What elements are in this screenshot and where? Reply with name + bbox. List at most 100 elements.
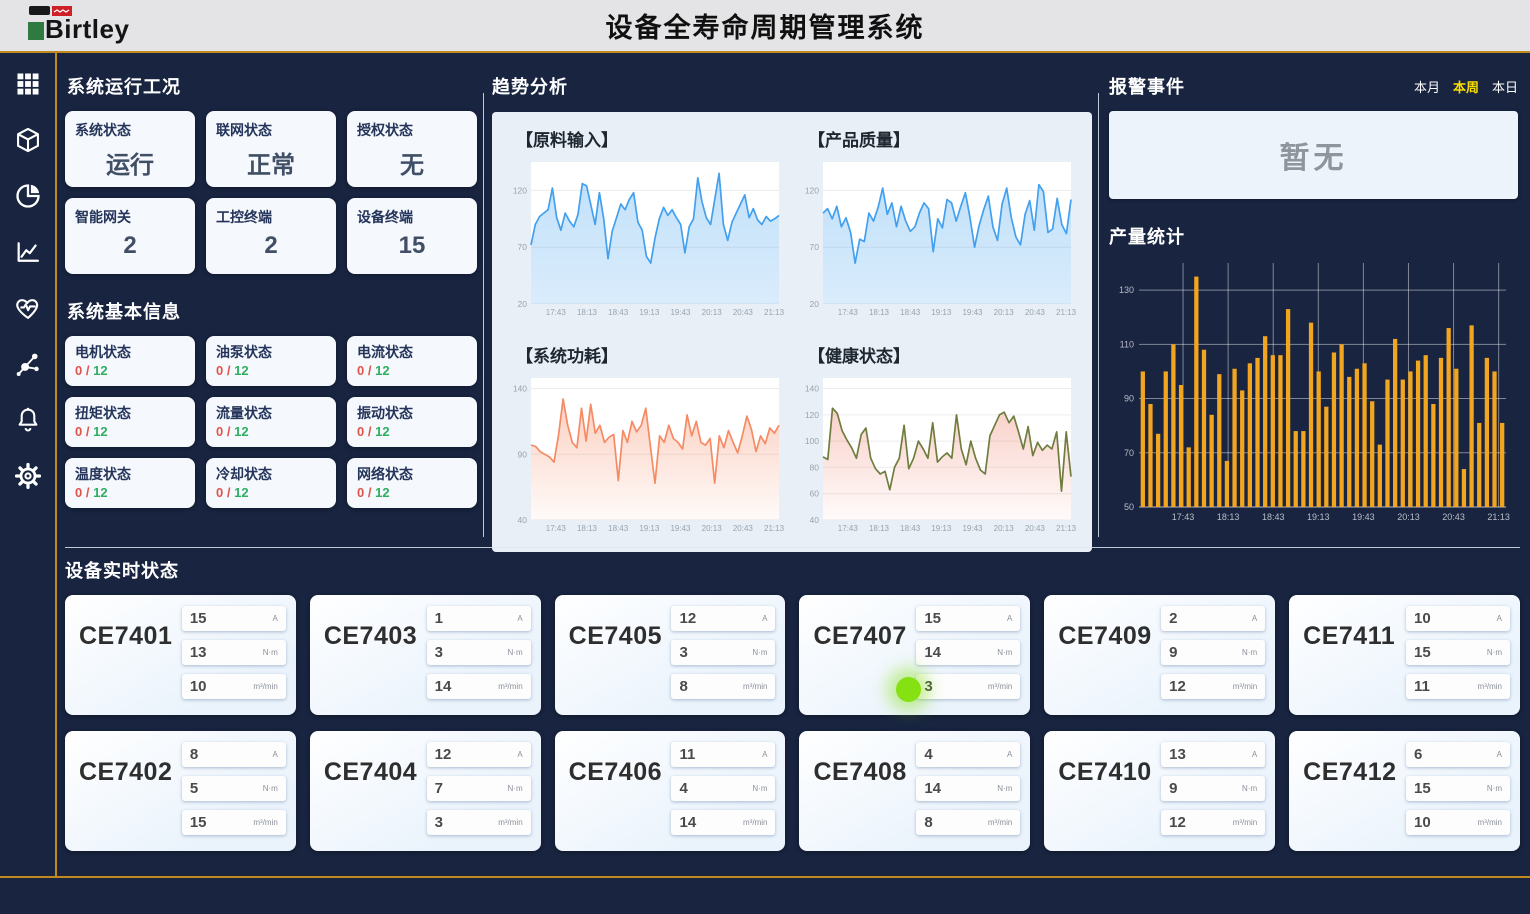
total-count: 12 <box>375 485 389 500</box>
svg-text:18:43: 18:43 <box>1262 512 1285 522</box>
total-count: 12 <box>375 363 389 378</box>
device-metrics: 15 A 14 N·m 3 m³/min <box>916 606 1020 705</box>
device-card[interactable]: CE7404 12 A 7 N·m 3 m³/min <box>310 731 541 851</box>
nav-cube-3d-icon[interactable] <box>13 125 43 155</box>
metric-unit: m³/min <box>1478 818 1502 827</box>
metric-unit: N·m <box>752 784 767 793</box>
svg-text:18:13: 18:13 <box>1217 512 1240 522</box>
device-card[interactable]: CE7411 10 A 15 N·m 11 m³/min <box>1289 595 1520 715</box>
basic-info-grid: 电机状态 0 / 12 油泵状态 0 / 12 电流状态 0 / 12 扭矩状态… <box>65 336 477 508</box>
svg-text:70: 70 <box>810 242 820 252</box>
metric-unit: m³/min <box>253 682 277 691</box>
fault-count: 0 / <box>357 485 371 500</box>
nav-line-chart-icon[interactable] <box>13 237 43 267</box>
device-card[interactable]: CE7407 15 A 14 N·m 3 m³/min <box>799 595 1030 715</box>
svg-text:21:13: 21:13 <box>1056 308 1077 317</box>
svg-text:20:43: 20:43 <box>733 524 754 533</box>
nav-apps-grid-icon[interactable] <box>13 69 43 99</box>
device-status-section: 设备实时状态 CE7401 15 A 13 N·m 10 m³/min CE74… <box>57 548 1530 851</box>
svg-text:20:43: 20:43 <box>733 308 754 317</box>
status-card: 智能网关 2 <box>65 198 195 274</box>
metric-row: 3 N·m <box>427 640 531 665</box>
metric-value: 13 <box>190 644 207 661</box>
svg-text:17:43: 17:43 <box>546 524 567 533</box>
info-card-value: 0 / 12 <box>216 485 326 500</box>
metric-row: 13 A <box>1161 742 1265 767</box>
info-card: 流量状态 0 / 12 <box>206 397 336 447</box>
device-card[interactable]: CE7412 6 A 15 N·m 10 m³/min <box>1289 731 1520 851</box>
svg-text:17:43: 17:43 <box>546 308 567 317</box>
device-card[interactable]: CE7405 12 A 3 N·m 8 m³/min <box>555 595 786 715</box>
metric-row: 12 A <box>671 606 775 631</box>
metric-unit: N·m <box>997 784 1012 793</box>
info-card-value: 0 / 12 <box>75 485 185 500</box>
metric-row: 1 A <box>427 606 531 631</box>
svg-text:50: 50 <box>1124 502 1134 512</box>
device-card[interactable]: CE7401 15 A 13 N·m 10 m³/min <box>65 595 296 715</box>
metric-row: 3 N·m <box>671 640 775 665</box>
svg-text:90: 90 <box>1124 394 1134 404</box>
app-footer <box>0 878 1530 914</box>
device-card[interactable]: CE7402 8 A 5 N·m 15 m³/min <box>65 731 296 851</box>
system-status-title: 系统运行工况 <box>67 73 477 99</box>
svg-text:40: 40 <box>810 515 820 525</box>
trend-chart-plot: 207012017:4318:1318:4319:1319:4320:1320:… <box>504 155 786 321</box>
info-card-label: 冷却状态 <box>216 464 326 484</box>
page-title: 设备全寿命周期管理系统 <box>606 6 925 45</box>
svg-text:19:13: 19:13 <box>931 524 952 533</box>
info-card: 油泵状态 0 / 12 <box>206 336 336 386</box>
metric-row: 15 A <box>916 606 1020 631</box>
svg-text:19:43: 19:43 <box>962 308 983 317</box>
device-metrics: 2 A 9 N·m 12 m³/min <box>1161 606 1265 705</box>
info-card-label: 电流状态 <box>357 342 467 362</box>
metric-row: 3 m³/min <box>427 810 531 835</box>
svg-text:20:13: 20:13 <box>1397 512 1420 522</box>
metric-value: 11 <box>1414 678 1430 695</box>
fault-count: 0 / <box>357 424 371 439</box>
metric-unit: A <box>1007 750 1012 759</box>
device-grid: CE7401 15 A 13 N·m 10 m³/min CE7403 1 A … <box>65 595 1520 851</box>
device-card[interactable]: CE7409 2 A 9 N·m 12 m³/min <box>1044 595 1275 715</box>
alarm-tab[interactable]: 本日 <box>1492 77 1518 96</box>
device-metrics: 13 A 9 N·m 12 m³/min <box>1161 742 1265 841</box>
svg-text:120: 120 <box>805 185 819 195</box>
alarm-tab[interactable]: 本周 <box>1453 77 1479 96</box>
metric-row: 2 A <box>1161 606 1265 631</box>
nav-bell-icon[interactable] <box>13 405 43 435</box>
metric-row: 7 N·m <box>427 776 531 801</box>
status-card: 授权状态 无 <box>347 111 477 187</box>
status-card: 系统状态 运行 <box>65 111 195 187</box>
device-card[interactable]: CE7406 11 A 4 N·m 14 m³/min <box>555 731 786 851</box>
nav-pie-chart-icon[interactable] <box>13 181 43 211</box>
device-card[interactable]: CE7408 4 A 14 N·m 8 m³/min <box>799 731 1030 851</box>
nav-settings-gear-icon[interactable] <box>13 461 43 491</box>
trend-chart-plot: 40608010012014017:4318:1318:4319:1319:43… <box>796 371 1078 537</box>
metric-value: 8 <box>679 678 687 695</box>
nav-network-nodes-icon[interactable] <box>13 349 43 379</box>
svg-text:20:13: 20:13 <box>994 308 1015 317</box>
device-name: CE7406 <box>569 758 662 841</box>
device-card[interactable]: CE7410 13 A 9 N·m 12 m³/min <box>1044 731 1275 851</box>
device-status-title: 设备实时状态 <box>65 557 1520 583</box>
system-panels: 系统运行工况 系统状态 运行 联网状态 正常 授权状态 无 智能网关 2 工控终… <box>65 53 477 547</box>
status-card-value: 运行 <box>75 145 185 180</box>
metric-row: 15 N·m <box>1406 776 1510 801</box>
app-header: Birtley 设备全寿命周期管理系统 <box>0 0 1530 51</box>
metric-unit: N·m <box>1487 784 1502 793</box>
device-metrics: 12 A 3 N·m 8 m³/min <box>671 606 775 705</box>
metric-unit: A <box>1252 614 1257 623</box>
metric-unit: A <box>1252 750 1257 759</box>
status-card: 设备终端 15 <box>347 198 477 274</box>
metric-row: 15 A <box>182 606 286 631</box>
total-count: 12 <box>234 424 248 439</box>
device-card[interactable]: CE7403 1 A 3 N·m 14 m³/min <box>310 595 541 715</box>
svg-text:20: 20 <box>518 299 528 309</box>
metric-value: 13 <box>1169 746 1186 763</box>
nav-health-heart-icon[interactable] <box>13 293 43 323</box>
alarm-tab[interactable]: 本月 <box>1414 77 1440 96</box>
svg-text:21:13: 21:13 <box>764 308 785 317</box>
metric-value: 12 <box>679 610 696 627</box>
device-metrics: 10 A 15 N·m 11 m³/min <box>1406 606 1510 705</box>
status-card-label: 联网状态 <box>216 120 326 140</box>
svg-text:110: 110 <box>1120 339 1134 349</box>
